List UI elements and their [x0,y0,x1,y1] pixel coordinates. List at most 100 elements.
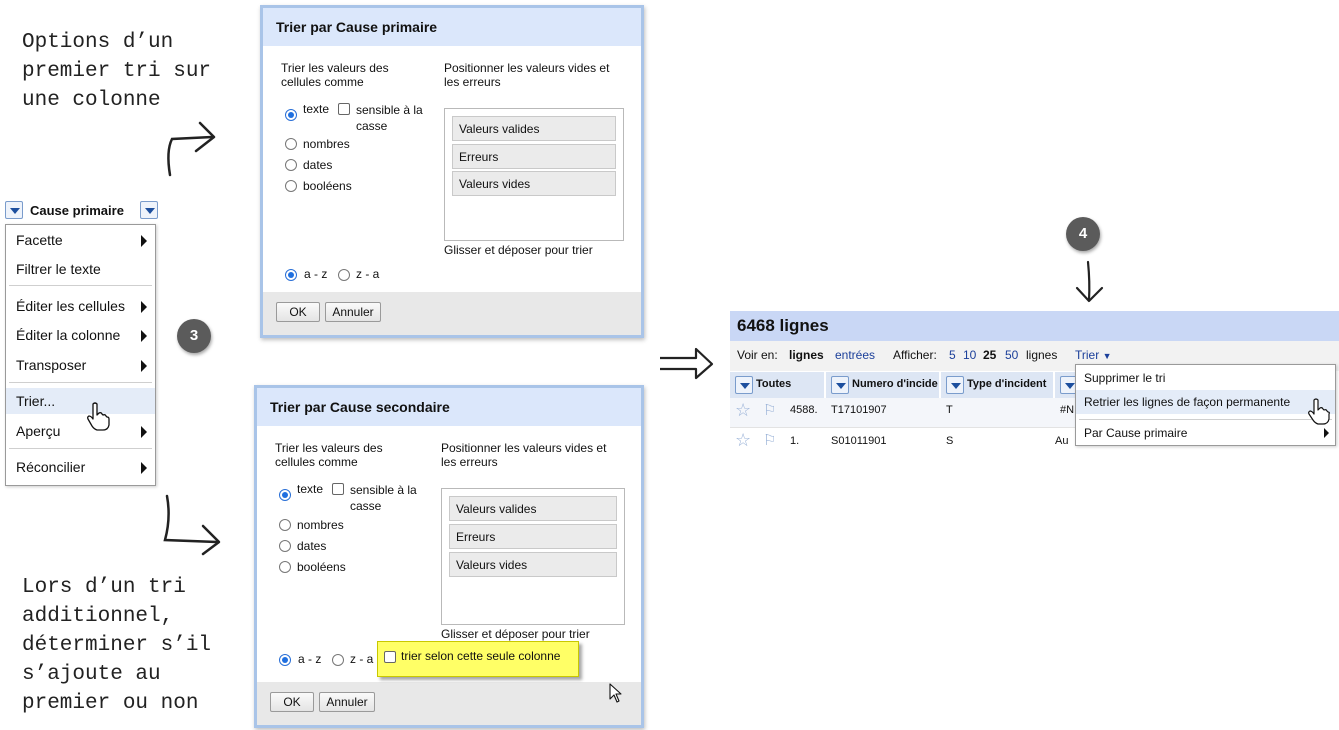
radio-nombres[interactable] [285,138,297,150]
column-header-cause-primaire[interactable]: Cause primaire [3,199,158,223]
page-size-5[interactable]: 5 [949,348,956,362]
star-icon[interactable]: ☆ [735,430,751,451]
position-list: Valeurs valides Erreurs Valeurs vides [444,108,624,241]
ok-button[interactable]: OK [276,302,320,322]
menu-item-reorder-permanently[interactable]: Retrier les lignes de façon permanente [1076,390,1335,414]
ok-button[interactable]: OK [270,692,314,712]
sort-dialog-primary: Trier par Cause primaire Trier les valeu… [260,5,644,338]
radio-order-za[interactable] [332,654,344,666]
hand-cursor-icon [87,402,110,431]
menu-item-remove-sort[interactable]: Supprimer le tri [1084,371,1165,385]
menu-separator [1079,419,1332,420]
arrow-down-right-icon [163,494,221,556]
drag-hint: Glisser et déposer pour trier [441,627,590,641]
cancel-button[interactable]: Annuler [325,302,381,322]
only-this-column-option[interactable]: trier selon cette seule colonne [377,641,579,677]
position-item-errors[interactable]: Erreurs [452,144,616,169]
table-row: ☆ ⚐ 1. S01011901 S Au [730,429,1075,451]
menu-separator [9,382,152,383]
arrow-up-right-icon [167,121,216,177]
row-index: 4588. [790,404,818,416]
radio-nombres[interactable] [279,519,291,531]
column-header-label: Cause primaire [30,203,124,218]
label-dates: dates [303,158,333,172]
sort-values-label: Trier les valeurs des cellules comme [281,61,389,89]
sort-values-label: Trier les valeurs des cellules comme [275,441,383,469]
label-booleens: booléens [297,560,346,574]
label-order-za: z - a [356,267,380,281]
step-badge-3: 3 [177,319,211,353]
column-dropdown-icon[interactable] [5,201,23,219]
radio-order-za[interactable] [338,269,350,281]
column-dropdown-icon[interactable] [735,376,753,394]
page-size-10[interactable]: 10 [963,348,976,362]
flag-icon[interactable]: ⚐ [763,431,776,449]
menu-item-reconcilier[interactable]: Réconcilier [6,454,155,480]
menu-item-filtrer-texte[interactable]: Filtrer le texte [6,256,155,282]
drag-hint: Glisser et déposer pour trier [444,243,593,257]
menu-separator [9,448,152,449]
column-header-numero[interactable]: Numero d'incide [826,372,940,398]
menu-item-editer-cellules[interactable]: Éditer les cellules [6,293,155,319]
sort-menu-link[interactable]: Trier ▼ [1075,348,1111,362]
label-order-az: a - z [298,652,322,666]
label-order-za: z - a [350,652,374,666]
label-order-az: a - z [304,267,328,281]
checkbox-case-sensitive[interactable] [338,103,350,115]
radio-dates[interactable] [279,540,291,552]
position-item-valid[interactable]: Valeurs valides [452,116,616,141]
row-count: 6468 lignes [737,316,829,335]
flag-icon[interactable]: ⚐ [763,401,776,419]
checkbox-case-sensitive[interactable] [332,483,344,495]
radio-dates[interactable] [285,159,297,171]
dialog-footer: OK Annuler [257,682,641,725]
column-dropdown-icon[interactable] [946,376,964,394]
cell-numero: T17101907 [831,404,887,416]
cell-extra: Au [1055,435,1069,447]
page-size-25[interactable]: 25 [983,348,996,362]
position-item-errors[interactable]: Erreurs [449,524,617,549]
annotation-first-sort: Options d’un premier tri sur une colonne [22,31,212,112]
arrow-down-icon [1075,260,1104,303]
cancel-button[interactable]: Annuler [319,692,375,712]
position-label: Positionner les valeurs vides et les err… [441,441,607,469]
page-size-50[interactable]: 50 [1005,348,1018,362]
menu-item-trier[interactable]: Trier... [6,388,155,414]
label-case-sensitive: sensible à la casse [356,103,423,133]
submenu-arrow-icon [141,462,147,474]
show-unit: lignes [1026,348,1058,362]
view-rows[interactable]: lignes [789,348,824,362]
menu-item-editer-colonne[interactable]: Éditer la colonne [6,322,155,348]
menu-item-apercu[interactable]: Aperçu [6,418,155,444]
radio-booleens[interactable] [279,561,291,573]
radio-texte[interactable] [285,109,297,121]
submenu-arrow-icon [141,301,147,313]
checkbox-only-this-column[interactable] [384,651,396,663]
column-dropdown-icon[interactable] [831,376,849,394]
menu-item-transposer[interactable]: Transposer [6,352,155,378]
sort-dropdown-menu: Supprimer le tri Retrier les lignes de f… [1075,364,1336,446]
submenu-arrow-icon [141,330,147,342]
row-count-bar: 6468 lignes [730,311,1339,341]
position-item-empty[interactable]: Valeurs vides [449,552,617,577]
label-nombres: nombres [297,518,344,532]
radio-booleens[interactable] [285,180,297,192]
menu-item-by-cause-primaire[interactable]: Par Cause primaire [1084,426,1187,440]
star-icon[interactable]: ☆ [735,400,751,421]
table-row: ☆ ⚐ 4588. T17101907 T #N [730,398,1075,428]
menu-item-facette[interactable]: Facette [6,227,155,253]
column-header-type[interactable]: Type d'incident [941,372,1054,398]
radio-texte[interactable] [279,489,291,501]
dialog-footer: OK Annuler [263,292,641,335]
position-list: Valeurs valides Erreurs Valeurs vides [441,488,625,625]
menu-separator [9,285,152,286]
position-item-empty[interactable]: Valeurs vides [452,171,616,196]
position-item-valid[interactable]: Valeurs valides [449,496,617,521]
view-label: Voir en: [737,348,778,362]
radio-order-az[interactable] [285,269,297,281]
submenu-arrow-icon [141,360,147,372]
view-records-link[interactable]: entrées [835,348,875,362]
next-column-dropdown-icon[interactable] [140,201,158,219]
column-header-all[interactable]: Toutes [730,372,825,398]
radio-order-az[interactable] [279,654,291,666]
